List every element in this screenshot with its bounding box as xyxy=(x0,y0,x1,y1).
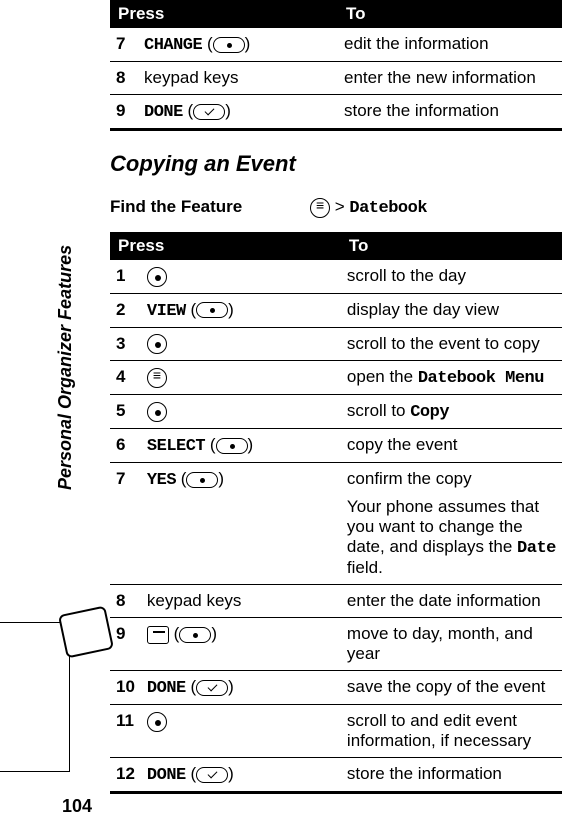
table-row: 6 SELECT () copy the event xyxy=(110,429,562,463)
table-row: 11 scroll to and edit event information,… xyxy=(110,705,562,758)
table-row: 3 scroll to the event to copy xyxy=(110,327,562,361)
nav-key-icon xyxy=(147,334,167,354)
nav-key-icon xyxy=(147,712,167,732)
instruction-table-2: Press To 1 scroll to the day 2 VIEW () d… xyxy=(110,232,562,794)
table-row: 9 DONE () store the information xyxy=(110,95,562,130)
table-row: 9 () move to day, month, and year xyxy=(110,618,562,671)
find-feature-label: Find the Feature xyxy=(110,197,310,218)
page-number: 104 xyxy=(62,796,92,817)
table-row: 5 scroll to Copy xyxy=(110,395,562,429)
page-content: Press To 7 CHANGE () edit the informatio… xyxy=(0,0,582,794)
header-to: To xyxy=(338,0,562,28)
table-row: 7 YES () confirm the copy Your phone ass… xyxy=(110,463,562,585)
softkey-left-icon xyxy=(193,104,225,120)
table-row: 2 VIEW () display the day view xyxy=(110,293,562,327)
softkey-left-icon xyxy=(196,680,228,696)
softkey-right-icon xyxy=(186,472,218,488)
softkey-right-icon xyxy=(216,438,248,454)
find-feature-path: > Datebook xyxy=(310,197,562,218)
softkey-right-icon xyxy=(196,302,228,318)
menu-key-icon xyxy=(147,368,167,388)
table-row: 8 keypad keys enter the date information xyxy=(110,585,562,618)
softkey-right-icon xyxy=(213,37,245,53)
menu-key-icon xyxy=(310,198,330,218)
sidebar-tab-box xyxy=(0,622,70,772)
header-press: Press xyxy=(110,232,341,260)
header-press: Press xyxy=(110,0,338,28)
nav-key-icon xyxy=(147,402,167,422)
softkey-right-icon xyxy=(179,627,211,643)
header-to: To xyxy=(341,232,562,260)
sidebar-section-label: Personal Organizer Features xyxy=(55,245,76,490)
section-heading: Copying an Event xyxy=(110,151,562,177)
table-row: 10 DONE () save the copy of the event xyxy=(110,671,562,705)
calendar-key-icon xyxy=(147,626,169,644)
find-feature-row: Find the Feature > Datebook xyxy=(110,197,562,218)
table-row: 8 keypad keys enter the new information xyxy=(110,62,562,95)
nav-key-icon xyxy=(147,267,167,287)
instruction-table-1: Press To 7 CHANGE () edit the informatio… xyxy=(110,0,562,131)
table-row: 4 open the Datebook Menu xyxy=(110,361,562,395)
softkey-left-icon xyxy=(196,767,228,783)
table-row: 12 DONE () store the information xyxy=(110,758,562,793)
table-row: 1 scroll to the day xyxy=(110,260,562,293)
table-row: 7 CHANGE () edit the information xyxy=(110,28,562,62)
